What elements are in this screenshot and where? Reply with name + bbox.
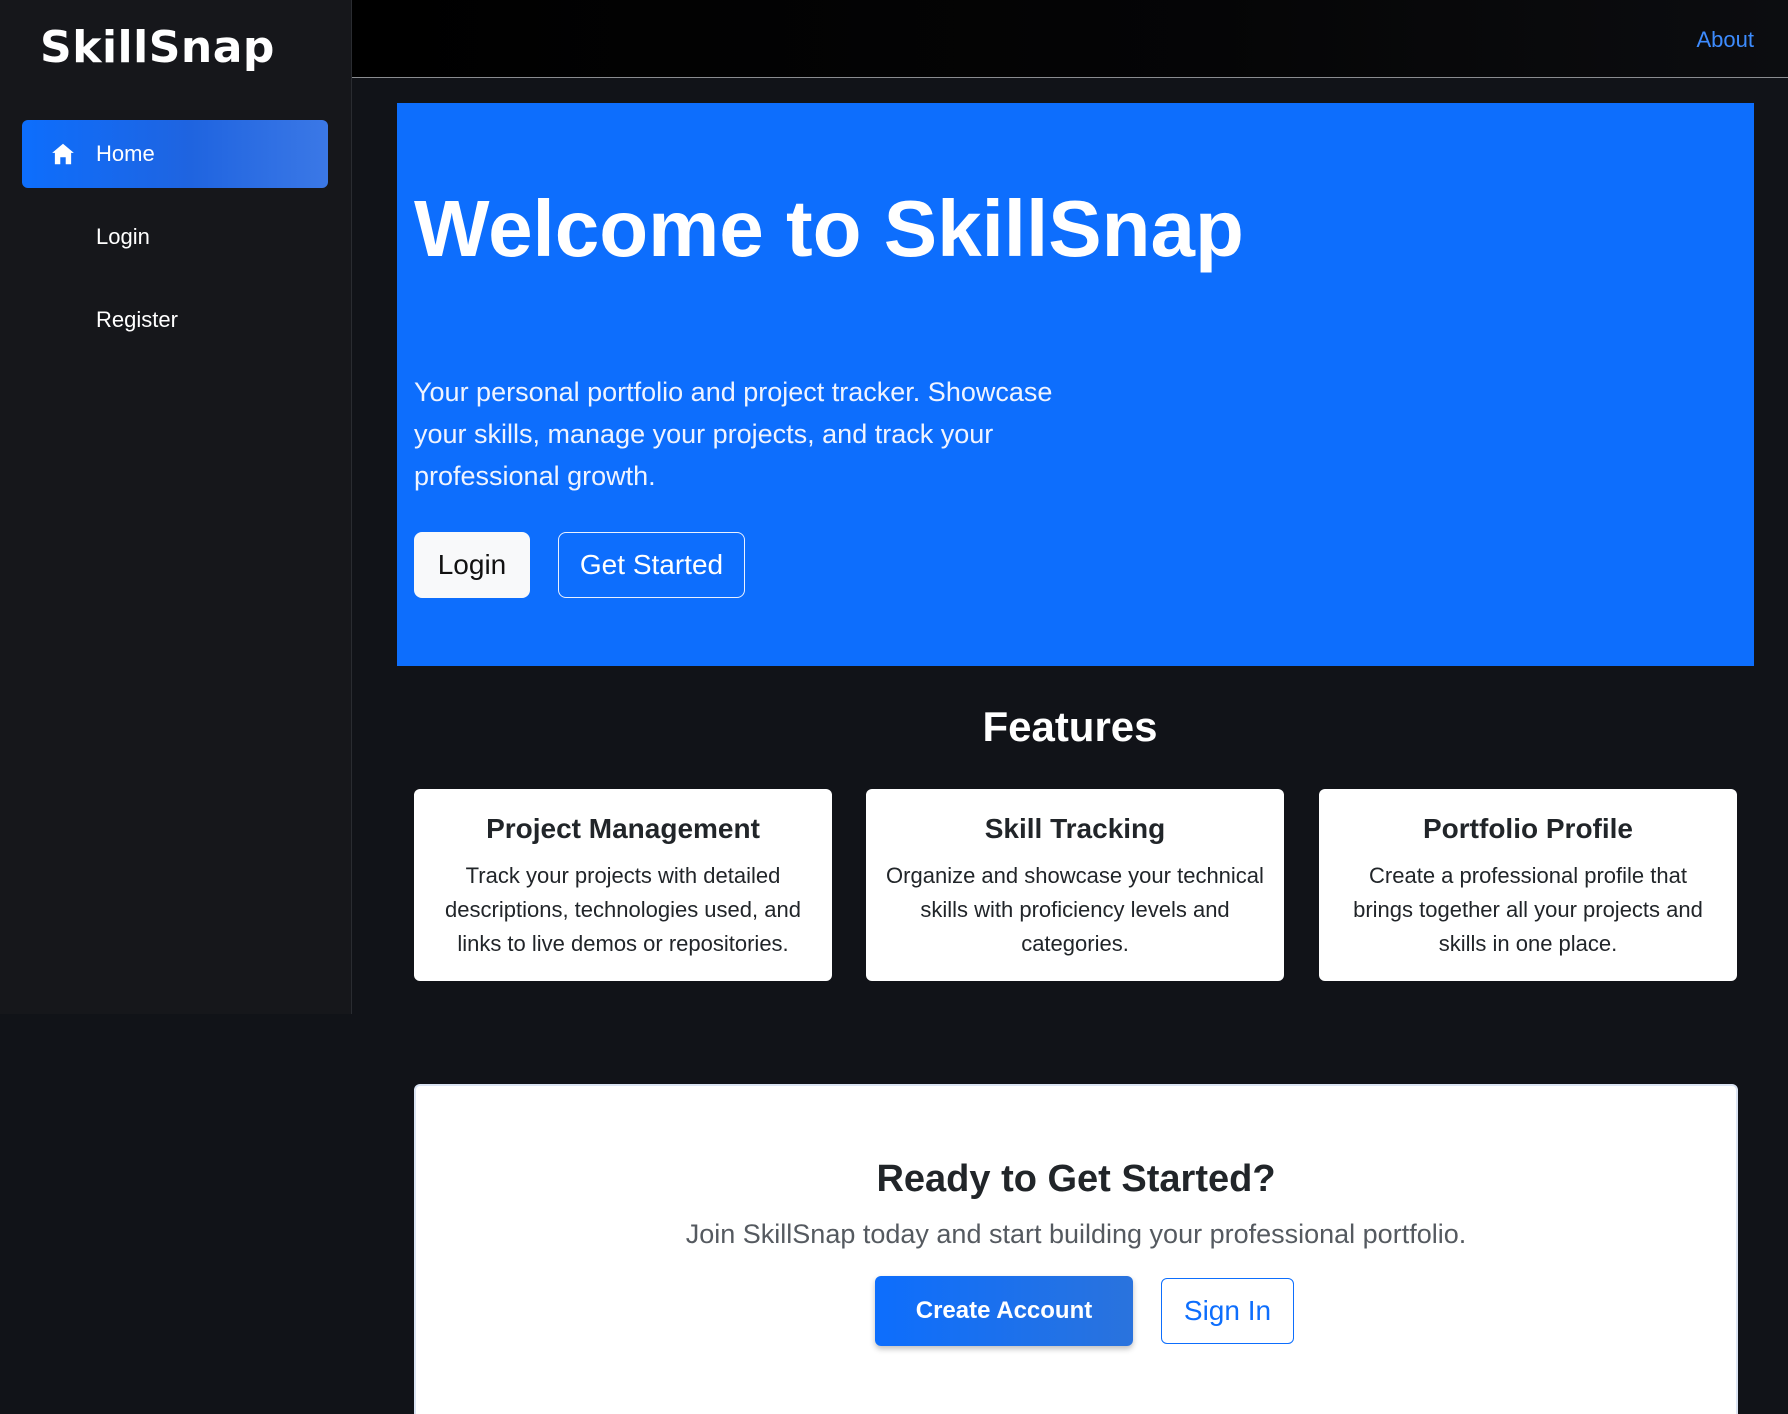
sidebar-item-label: Register [96, 307, 178, 332]
sidebar-item-register[interactable]: Register [22, 286, 328, 354]
brand-logo[interactable]: SkillSnap [40, 22, 275, 73]
sidebar-item-label: Home [96, 141, 155, 166]
feature-card-text: Create a professional profile that bring… [1353, 863, 1703, 956]
get-started-button[interactable]: Get Started [558, 532, 745, 598]
app-root: SkillSnap Home Login Register About Welc… [0, 0, 1788, 1414]
sidebar: SkillSnap Home Login Register [0, 0, 352, 1014]
feature-card-text: Organize and showcase your technical ski… [886, 863, 1264, 956]
top-bar: About [352, 0, 1788, 78]
create-account-button[interactable]: Create Account [875, 1276, 1133, 1346]
about-link[interactable]: About [1697, 27, 1755, 53]
cta-text: Join SkillSnap today and start building … [685, 1219, 1467, 1249]
feature-card-portfolio-profile: Portfolio Profile Create a professional … [1319, 789, 1737, 981]
feature-card-title: Project Management [486, 813, 760, 844]
cta-section: Ready to Get Started? Join SkillSnap tod… [414, 1084, 1738, 1414]
sidebar-item-label: Login [96, 224, 150, 249]
hero-title: Welcome to SkillSnap [414, 184, 1244, 273]
sidebar-item-login[interactable]: Login [22, 203, 328, 271]
sidebar-item-home[interactable]: Home [22, 120, 328, 188]
feature-card-project-management: Project Management Track your projects w… [414, 789, 832, 981]
features-heading: Features [982, 703, 1158, 750]
hero-login-button[interactable]: Login [414, 532, 530, 598]
hero-subtitle: Your personal portfolio and project trac… [414, 377, 1053, 491]
sign-in-button[interactable]: Sign In [1161, 1278, 1294, 1344]
feature-card-title: Portfolio Profile [1423, 813, 1633, 844]
feature-card-skill-tracking: Skill Tracking Organize and showcase you… [866, 789, 1284, 981]
sidebar-nav: Home Login Register [22, 120, 328, 369]
feature-card-title: Skill Tracking [984, 813, 1166, 844]
hero-banner: Welcome to SkillSnap Your personal portf… [397, 103, 1754, 666]
cta-title: Ready to Get Started? [876, 1158, 1276, 1200]
home-icon [50, 141, 76, 167]
feature-card-text: Track your projects with detailed descri… [445, 863, 801, 956]
